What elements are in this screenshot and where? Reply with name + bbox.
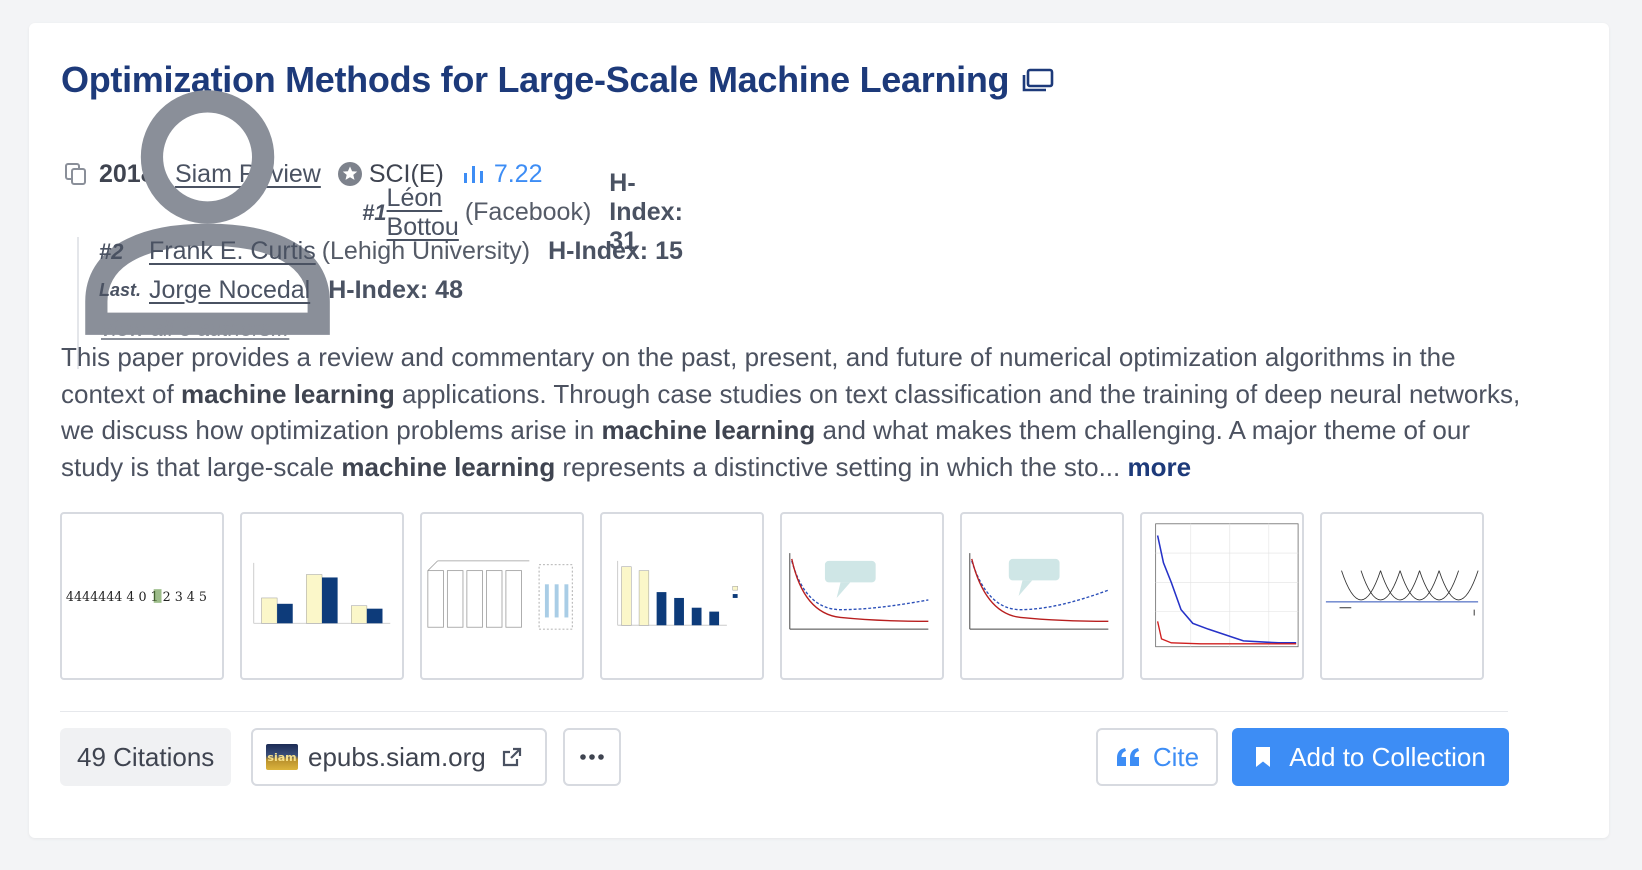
author-hindex: H-Index: 48 [328,276,463,304]
author-rank: #2 [99,238,124,264]
author-name[interactable]: Frank E. Curtis [149,237,316,266]
digits-text: 4444444 4 0 1 2 3 4 5 [66,589,207,604]
source-link-button[interactable]: siam epubs.siam.org [251,728,547,786]
figure-thumbnail[interactable] [240,512,404,680]
add-to-collection-label: Add to Collection [1289,741,1486,772]
siam-logo: siam [266,744,298,770]
paper-meta: 2018 · Siam Review SCI(E) 7.22 #1 Léon B… [63,90,683,369]
bar-chart-icon [463,166,483,183]
abstract-highlight: machine learning [341,451,556,482]
cnn-diagram-figure [427,560,573,630]
abstract-part: represents a distinctive setting in whic… [555,451,1128,482]
curve-plot-figure [789,553,929,630]
user-icon [85,90,330,335]
author-rank: #1 [362,199,387,225]
parabolas-figure [1325,570,1479,616]
footer-divider [60,711,1508,712]
quote-icon [1116,748,1139,766]
more-options-button[interactable] [563,728,621,786]
figure-thumbnail[interactable] [780,512,944,680]
author-hindex: H-Index: 15 [548,237,683,265]
author-row: #1 Léon Bottou (Facebook) H-Index: 31 [63,90,683,335]
paper-card: Optimization Methods for Large-Scale Mac… [29,23,1609,838]
digits-figure: 4444444 4 0 1 2 3 4 5 [66,589,207,604]
citations-count[interactable]: 49 Citations [60,728,232,786]
author-name[interactable]: Jorge Nocedal [149,276,310,305]
more-link[interactable]: more [1127,452,1191,482]
bar-chart-2-figure [617,560,738,626]
author-rank: Last. [99,280,142,300]
add-to-collection-button[interactable]: Add to Collection [1232,728,1509,786]
figure-thumbnail[interactable] [420,512,584,680]
figure-thumbnails: 4444444 4 0 1 2 3 4 5 [60,512,1484,680]
abstract-highlight: machine learning [601,415,816,445]
figure-thumbnail[interactable]: 4444444 4 0 1 2 3 4 5 [60,512,224,680]
author-row: #2 Frank E. Curtis (Lehigh University) H… [63,232,683,271]
figure-thumbnail[interactable] [1140,512,1304,680]
impact-factor: 7.22 [462,160,543,189]
author-name[interactable]: Léon Bottou [387,184,459,242]
ellipsis-icon [580,754,604,760]
author-list: #1 Léon Bottou (Facebook) H-Index: 31 #2… [63,90,683,369]
abstract-text: This paper provides a review and comment… [61,339,1521,485]
cite-button[interactable]: Cite [1096,728,1218,786]
figure-thumbnail[interactable] [960,512,1124,680]
author-row: Last. Jorge Nocedal H-Index: 48 [63,271,683,310]
convergence-plot-figure [1155,523,1299,648]
open-in-window-icon[interactable] [1021,67,1055,93]
cite-label: Cite [1152,741,1200,772]
card-footer: 49 Citations siam epubs.siam.org Cite Ad… [60,728,1509,786]
impact-factor-value: 7.22 [493,159,543,188]
external-link-icon [502,747,521,767]
author-affiliation: (Facebook) [464,198,592,226]
bar-chart-figure [253,562,391,624]
author-affiliation: (Lehigh University) [321,237,531,265]
abstract-highlight: machine learning [180,378,395,409]
figure-thumbnail[interactable] [1320,512,1484,680]
curve-plot-2-figure [969,553,1109,630]
figure-thumbnail[interactable] [600,512,764,680]
bookmark-icon [1256,747,1271,767]
source-site-label: epubs.siam.org [308,741,486,772]
